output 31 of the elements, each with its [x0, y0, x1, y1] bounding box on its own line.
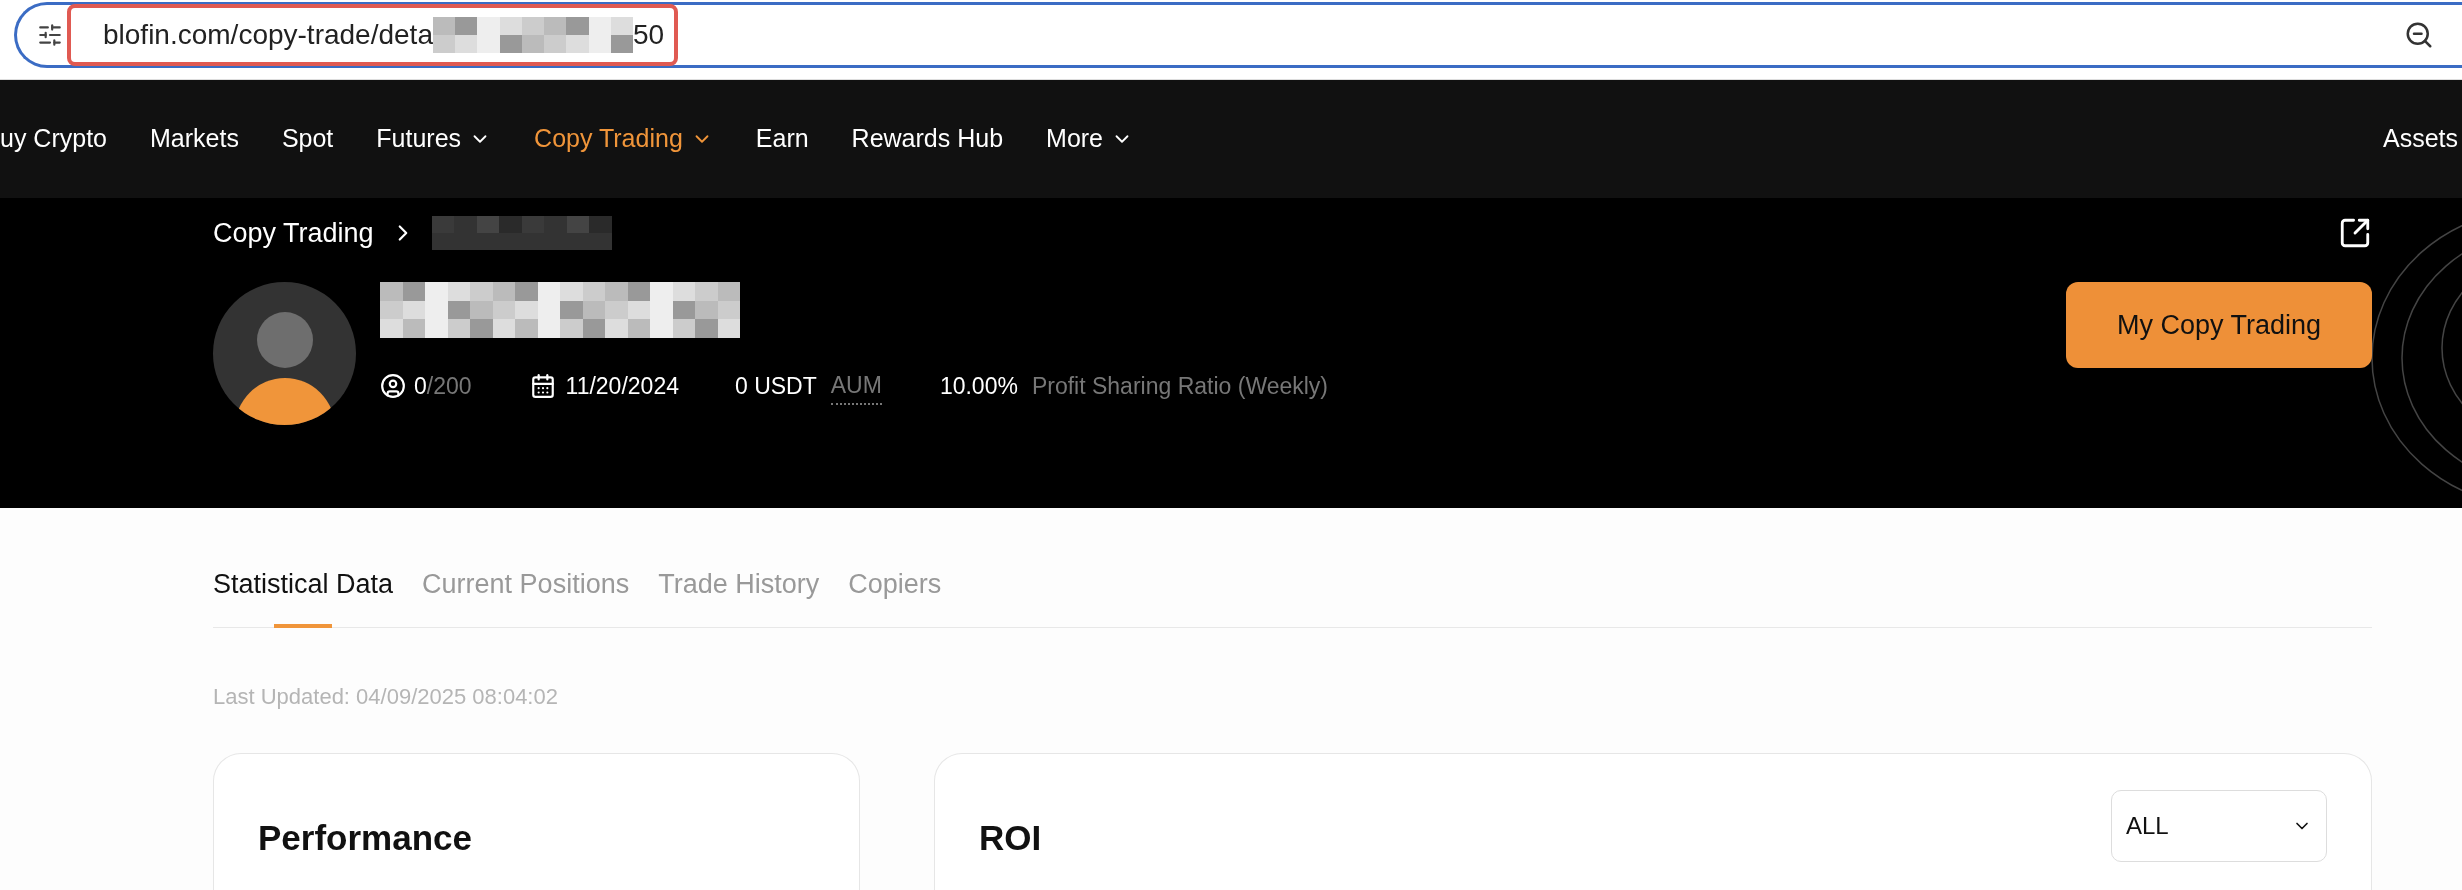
card-title: Performance: [258, 816, 472, 859]
last-updated-text: Last Updated: 04/09/2025 08:04:02: [213, 682, 559, 711]
nav-link[interactable]: Earn: [755, 120, 809, 158]
url-text: 50: [632, 18, 665, 52]
start-date: 11/20/2024: [565, 372, 679, 401]
nav-link[interactable]: Assets: [2382, 120, 2458, 158]
nav-link[interactable]: uy Crypto: [0, 120, 107, 158]
breadcrumb-link[interactable]: Copy Trading: [213, 212, 374, 254]
range-select[interactable]: ALL: [2111, 789, 2327, 862]
nav-link[interactable]: Spot: [281, 120, 334, 158]
nav-link[interactable]: More: [1046, 120, 1134, 158]
user-icon: [380, 373, 406, 400]
profit-share-label: Profit Sharing Ratio (Weekly): [1031, 372, 1329, 401]
url-text: blofin.com/copy-trade/deta: [103, 18, 433, 52]
calendar-icon: [529, 373, 556, 400]
share-icon[interactable]: [2338, 216, 2372, 250]
tab[interactable]: Statistical Data: [213, 564, 394, 627]
aum-value: 0 USDT: [734, 372, 817, 401]
site-settings-icon[interactable]: [37, 22, 63, 48]
nav-link[interactable]: Copy Trading: [534, 120, 713, 158]
profit-share-value: 10.00%: [939, 372, 1018, 401]
my-copy-trading-button[interactable]: My Copy Trading: [2066, 282, 2372, 368]
nav-link[interactable]: Futures: [376, 120, 492, 158]
card-title: ROI: [979, 816, 1042, 859]
address-bar[interactable]: blofin.com/copy-trade/deta 50: [14, 2, 2462, 68]
followers-max: /200: [426, 372, 472, 401]
nav-link[interactable]: Markets: [150, 120, 239, 158]
followers-count: 0: [414, 372, 427, 401]
zoom-out-icon[interactable]: [2404, 20, 2434, 50]
nav-link[interactable]: Rewards Hub: [851, 120, 1004, 158]
aum-label: AUM: [830, 368, 882, 405]
